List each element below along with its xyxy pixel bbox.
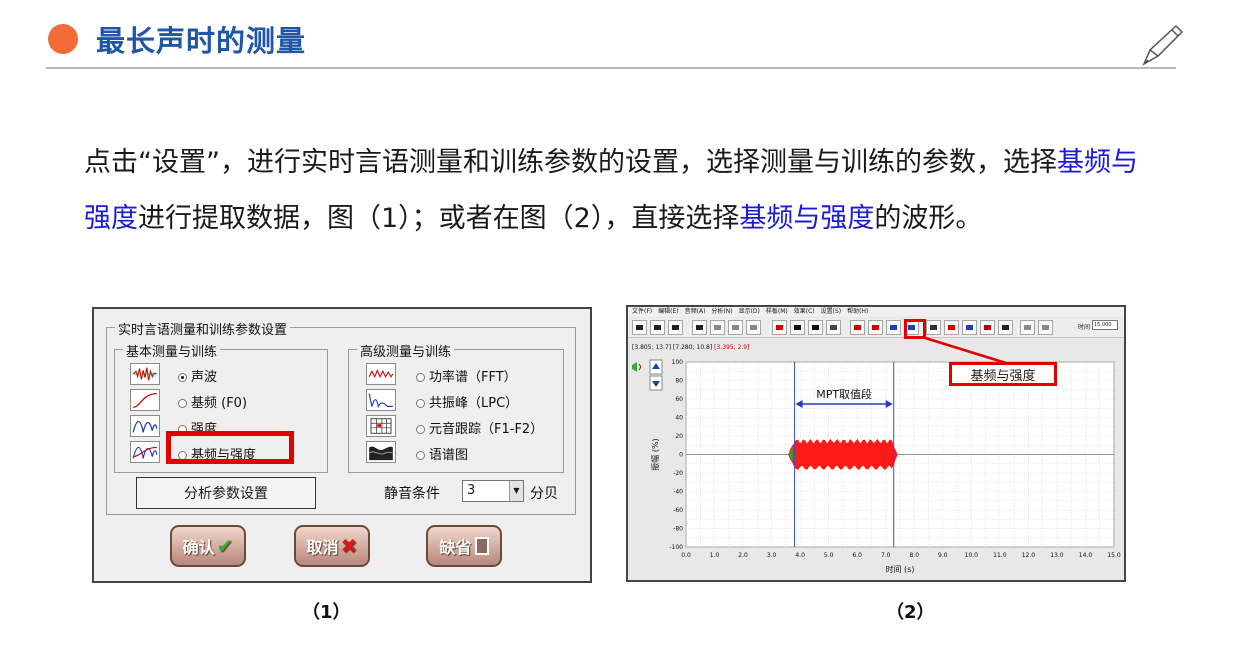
y-tick-label: 80 <box>675 378 683 385</box>
option-waveform[interactable]: 声波 <box>178 366 217 385</box>
instruction-part-2: 进行提取数据，图（1）；或者在图（2），直接选择 <box>138 203 740 234</box>
x-tick-label: 14.0 <box>1079 552 1093 559</box>
x-tick-label: 5.0 <box>824 552 834 559</box>
y-tick-label: 100 <box>672 359 684 366</box>
radio-vowel-track[interactable] <box>416 425 425 434</box>
spectrum-icon <box>366 363 396 385</box>
option-fft[interactable]: 功率谱（FFT） <box>416 366 517 385</box>
waveform-icon <box>130 363 160 385</box>
title-divider <box>46 67 1176 69</box>
y-tick-label: 20 <box>675 433 683 440</box>
x-tick-label: 3.0 <box>767 552 777 559</box>
cancel-button[interactable]: 取消 ✖ <box>294 525 370 567</box>
x-tick-label: 10.0 <box>965 552 979 559</box>
option-lpc[interactable]: 共振峰（LPC） <box>416 392 518 411</box>
radio-pitch[interactable] <box>178 399 187 408</box>
sound-wave-icon <box>638 363 641 371</box>
basic-group-title: 基本测量与训练 <box>123 341 221 360</box>
waveform-chart[interactable]: 0.0 1.0 2.0 3.0 4.0 5.0 6.0 7.0 8.0 9.0 10.0 11.0 12… <box>628 307 1124 580</box>
pen-icon <box>1142 24 1184 66</box>
x-tick-label: 6.0 <box>852 552 862 559</box>
pitch-curve-icon <box>130 389 160 411</box>
intensity-curve-icon <box>130 415 160 437</box>
radio-waveform[interactable] <box>178 373 187 382</box>
x-tick-label: 2.0 <box>738 552 748 559</box>
figure-caption-2: （2） <box>886 602 935 623</box>
cross-icon: ✖ <box>340 534 358 558</box>
option-pitch[interactable]: 基频 (F0) <box>178 392 247 411</box>
checkmark-icon: ✔ <box>216 534 234 558</box>
pitch-intensity-callout: 基频与强度 <box>949 362 1057 386</box>
option-waveform-label: 声波 <box>191 370 218 385</box>
callout-connector <box>921 335 1007 365</box>
instruction-paragraph: 点击“设置”，进行实时言语测量和训练参数的设置，选择测量与训练的参数，选择基频与… <box>84 135 1144 247</box>
document-icon <box>474 537 489 555</box>
x-tick-label: 1.0 <box>710 552 720 559</box>
formant-icon <box>366 389 396 411</box>
spectrogram-icon <box>366 441 396 463</box>
y-tick-label: -20 <box>673 470 683 477</box>
instruction-part-1: 点击“设置”，进行实时言语测量和训练参数的设置，选择测量与训练的参数，选择 <box>84 147 1057 178</box>
option-spectrogram[interactable]: 语谱图 <box>416 444 468 463</box>
settings-dialog-screenshot: 实时言语测量和训练参数设置 基本测量与训练 声波 基频 (F0) 强度 基频与强… <box>92 307 592 583</box>
default-button-label: 缺省 <box>439 538 472 557</box>
segment-label: MPT取值段 <box>816 387 872 401</box>
cancel-button-label: 取消 <box>306 538 339 557</box>
y-tick-label: 60 <box>675 396 683 403</box>
speaker-icon <box>632 362 637 372</box>
page-title: 最长声时的测量 <box>96 24 307 58</box>
option-pitch-label: 基频 (F0) <box>191 396 248 411</box>
confirm-button[interactable]: 确认 ✔ <box>170 525 246 567</box>
highlight-box-pitch-intensity <box>166 431 294 464</box>
option-fft-label: 功率谱（FFT） <box>429 370 517 385</box>
x-tick-label: 9.0 <box>938 552 948 559</box>
y-tick-label: -100 <box>669 544 683 551</box>
instruction-part-3: 的波形。 <box>874 203 983 234</box>
y-tick-label: -40 <box>673 489 683 496</box>
confirm-button-label: 确认 <box>182 538 215 557</box>
x-tick-label: 11.0 <box>993 552 1007 559</box>
radio-fft[interactable] <box>416 373 425 382</box>
x-tick-label: 15.0 <box>1107 552 1121 559</box>
x-tick-label: 0.0 <box>681 552 691 559</box>
silence-select[interactable]: 3 ▼ <box>462 480 524 502</box>
x-tick-label: 4.0 <box>795 552 805 559</box>
option-spectrogram-label: 语谱图 <box>429 448 469 463</box>
advanced-group-title: 高级测量与训练 <box>357 341 455 360</box>
y-axis-label: 振幅 (%) <box>650 438 660 470</box>
radio-lpc[interactable] <box>416 399 425 408</box>
radio-spectrogram[interactable] <box>416 451 425 460</box>
settings-group-title: 实时言语测量和训练参数设置 <box>115 319 291 338</box>
y-tick-label: 0 <box>679 452 683 459</box>
y-tick-label: -80 <box>673 526 683 533</box>
x-tick-label: 13.0 <box>1050 552 1064 559</box>
option-lpc-label: 共振峰（LPC） <box>429 396 519 411</box>
option-vowel-track-label: 元音跟踪（F1-F2） <box>429 422 544 437</box>
silence-unit: 分贝 <box>530 486 558 502</box>
chevron-down-icon[interactable]: ▼ <box>509 481 523 501</box>
x-tick-label: 8.0 <box>909 552 919 559</box>
signal-waveform <box>787 438 898 470</box>
figure-caption-1: （1） <box>302 602 351 623</box>
option-vowel-track[interactable]: 元音跟踪（F1-F2） <box>416 418 543 437</box>
x-tick-label: 7.0 <box>881 552 891 559</box>
x-tick-label: 12.0 <box>1022 552 1036 559</box>
x-axis-label: 时间 (s) <box>886 564 915 574</box>
vowel-track-icon <box>366 415 396 437</box>
silence-value: 3 <box>467 483 476 498</box>
highlight-pitch-intensity-2: 基频与强度 <box>739 203 875 234</box>
default-button[interactable]: 缺省 <box>426 525 502 567</box>
analysis-settings-button[interactable]: 分析参数设置 <box>136 477 316 509</box>
pitch-intensity-icon <box>130 441 160 463</box>
app-window-screenshot: 文件(F) 编辑(E) 音频(A) 分析(N) 显示(D) 样板(M) 效果(C) 设置(S)… <box>626 305 1126 582</box>
y-tick-label: -60 <box>673 507 683 514</box>
title-bullet-icon <box>48 24 78 54</box>
silence-label: 静音条件 <box>384 486 440 502</box>
y-tick-label: 40 <box>675 415 683 422</box>
